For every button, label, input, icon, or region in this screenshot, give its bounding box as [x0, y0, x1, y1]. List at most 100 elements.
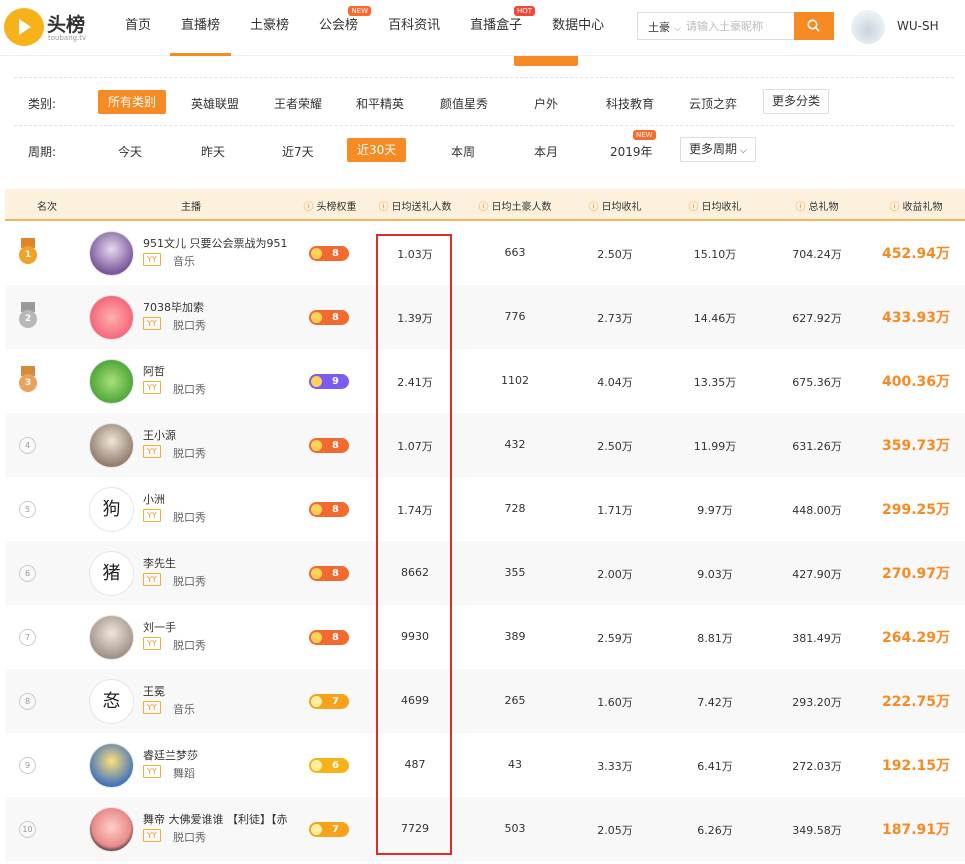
- category-option[interactable]: 所有类别: [98, 90, 167, 114]
- level-icon: [311, 248, 322, 259]
- streamer-avatar[interactable]: [89, 295, 134, 340]
- column-header[interactable]: ⓘ 收益礼物: [890, 198, 943, 213]
- nav-badge: NEW: [348, 6, 372, 16]
- info-icon[interactable]: ⓘ: [589, 202, 599, 213]
- nav-item-2[interactable]: 直播榜: [166, 0, 235, 56]
- column-header[interactable]: ⓘ 总礼物: [796, 198, 839, 213]
- column-header[interactable]: ⓘ 头榜权重: [304, 198, 357, 213]
- search-input[interactable]: [686, 16, 791, 36]
- table-row[interactable]: 6 猪 李先生 YY 脱口秀 8 8662 355 2.00万 9.03万 427.90万 270.9…: [5, 541, 965, 605]
- avg-tycoons: 663: [504, 246, 526, 259]
- period-option[interactable]: 近7天: [282, 143, 314, 160]
- logo-subtext: toubang.tv: [48, 34, 87, 42]
- platform-badge: YY: [143, 253, 161, 266]
- streamer-avatar[interactable]: [89, 423, 134, 468]
- user-avatar[interactable]: [851, 10, 885, 44]
- streamer-name[interactable]: 951文儿 只要公会票战为951: [143, 235, 288, 251]
- category-option[interactable]: 和平精英: [356, 95, 404, 112]
- streamer-avatar[interactable]: 猪: [89, 551, 134, 596]
- column-header-label: 收益礼物: [902, 202, 943, 213]
- table-row[interactable]: 10 舞帝 大佛爱谁谁 【利徒】【赤 YY 脱口秀 7 7729 503 2.05万 6.26万…: [5, 797, 965, 861]
- category-option[interactable]: 颜值星秀: [440, 95, 488, 112]
- streamer-name[interactable]: 小洲: [143, 491, 165, 507]
- info-icon[interactable]: ⓘ: [479, 202, 489, 213]
- period-option[interactable]: 近30天: [347, 138, 407, 162]
- period-option[interactable]: 2019年: [610, 143, 653, 160]
- platform-badge: YY: [143, 381, 161, 394]
- logo-text: 头榜: [47, 14, 86, 36]
- streamer-avatar[interactable]: [89, 615, 134, 660]
- streamer-name[interactable]: 王冕: [143, 683, 165, 699]
- streamer-name[interactable]: 王小源: [143, 427, 176, 443]
- category-option[interactable]: 户外: [534, 95, 558, 112]
- revenue-gifts: 222.75万: [881, 694, 951, 710]
- logo[interactable]: 头榜 toubang.tv: [4, 6, 86, 46]
- category-option[interactable]: 王者荣耀: [274, 95, 322, 112]
- rank-number: 6: [19, 565, 36, 582]
- streamer-name[interactable]: 阿哲: [143, 363, 165, 379]
- avg-tycoons: 728: [504, 502, 526, 515]
- table-row[interactable]: 5 狗 小洲 YY 脱口秀 8 1.74万 728 1.71万 9.97万 448.00万 299.2…: [5, 477, 965, 541]
- more-periods-button[interactable]: 更多周期 ⌵: [680, 137, 756, 162]
- streamer-avatar[interactable]: 狗: [89, 487, 134, 532]
- period-option[interactable]: 本周: [451, 143, 475, 160]
- avg-gifters: 2.41万: [397, 376, 433, 389]
- streamer-avatar[interactable]: [89, 231, 134, 276]
- period-option[interactable]: 今天: [118, 143, 142, 160]
- streamer-name[interactable]: 李先生: [143, 555, 176, 571]
- table-row[interactable]: 7 刘一手 YY 脱口秀 8 9930 389 2.59万 8.81万 381.49万 264.29…: [5, 605, 965, 669]
- table-row[interactable]: 1 951文儿 只要公会票战为951 YY 音乐 8 1.03万 663 2.50万 15.10…: [5, 221, 965, 285]
- total-gifts: 349.58万: [792, 824, 842, 837]
- nav-item-6[interactable]: 直播盒子 HOT: [455, 0, 537, 56]
- streamer-avatar[interactable]: [89, 359, 134, 404]
- info-icon[interactable]: ⓘ: [379, 202, 389, 213]
- streamer-avatar[interactable]: 㣽: [89, 679, 134, 724]
- nav-item-5[interactable]: 百科资讯: [373, 0, 455, 56]
- streamer-name[interactable]: 睿廷兰梦莎: [143, 747, 198, 763]
- nav-item-label: 首页: [125, 18, 152, 33]
- info-icon[interactable]: ⓘ: [890, 202, 900, 213]
- search-type-select[interactable]: 土豪 ⌵: [648, 19, 681, 35]
- level-number: 6: [332, 760, 339, 771]
- more-categories-button[interactable]: 更多分类: [763, 89, 830, 114]
- info-icon[interactable]: ⓘ: [689, 202, 699, 213]
- column-header: 名次: [37, 198, 57, 213]
- table-header: 名次 主播 ⓘ 头榜权重 ⓘ 日均送礼人数 ⓘ 日均土豪人数 ⓘ 日均收礼 ⓘ 日均收礼 ⓘ 总礼物 ⓘ 收益…: [5, 189, 965, 221]
- info-icon[interactable]: ⓘ: [304, 202, 314, 213]
- streamer-name[interactable]: 7038毕加索: [143, 299, 204, 315]
- info-icon[interactable]: ⓘ: [796, 202, 806, 213]
- period-option[interactable]: 昨天: [201, 143, 225, 160]
- column-header[interactable]: ⓘ 日均收礼: [689, 198, 742, 213]
- username[interactable]: WU-SH: [897, 19, 939, 33]
- category-option[interactable]: 云顶之弈: [689, 95, 737, 112]
- search-button[interactable]: [794, 12, 834, 40]
- table-row[interactable]: 3 阿哲 YY 脱口秀 9 2.41万 1102 4.04万 13.35万 675.36万 400.…: [5, 349, 965, 413]
- streamer-avatar[interactable]: [89, 807, 134, 852]
- column-header-label: 日均送礼人数: [391, 202, 452, 213]
- total-gifts: 272.03万: [792, 760, 842, 773]
- column-header[interactable]: ⓘ 日均送礼人数: [379, 198, 452, 213]
- nav-item-1[interactable]: 首页: [110, 0, 166, 56]
- streamer-category: 脱口秀: [173, 639, 206, 652]
- table-row[interactable]: 8 㣽 王冕 YY 音乐 7 4699 265 1.60万 7.42万 293.20万 222.75万: [5, 669, 965, 733]
- nav-item-3[interactable]: 土豪榜: [235, 0, 304, 56]
- medal-icon: 3: [18, 366, 38, 394]
- category-option[interactable]: 科技教育: [606, 95, 654, 112]
- nav-item-4[interactable]: 公会榜 NEW: [304, 0, 373, 56]
- nav-badge: HOT: [514, 6, 536, 16]
- period-option[interactable]: 本月: [534, 143, 558, 160]
- level-icon: [311, 504, 322, 515]
- platform-badge: YY: [143, 509, 161, 522]
- table-row[interactable]: 2 7038毕加索 YY 脱口秀 8 1.39万 776 2.73万 14.46万 627.92万…: [5, 285, 965, 349]
- column-header[interactable]: ⓘ 日均土豪人数: [479, 198, 552, 213]
- column-header[interactable]: ⓘ 日均收礼: [589, 198, 642, 213]
- table-row[interactable]: 9 睿廷兰梦莎 YY 舞蹈 6 487 43 3.33万 6.41万 272.03万 192.15万: [5, 733, 965, 797]
- category-option[interactable]: 英雄联盟: [191, 95, 239, 112]
- selected-filter-partial[interactable]: [514, 56, 578, 66]
- nav-item-7[interactable]: 数据中心: [537, 0, 619, 56]
- streamer-name[interactable]: 刘一手: [143, 619, 176, 635]
- streamer-name[interactable]: 舞帝 大佛爱谁谁 【利徒】【赤: [143, 811, 288, 827]
- column-header-label: 主播: [181, 202, 201, 213]
- table-row[interactable]: 4 王小源 YY 脱口秀 8 1.07万 432 2.50万 11.99万 631.26万 359.…: [5, 413, 965, 477]
- streamer-avatar[interactable]: [89, 743, 134, 788]
